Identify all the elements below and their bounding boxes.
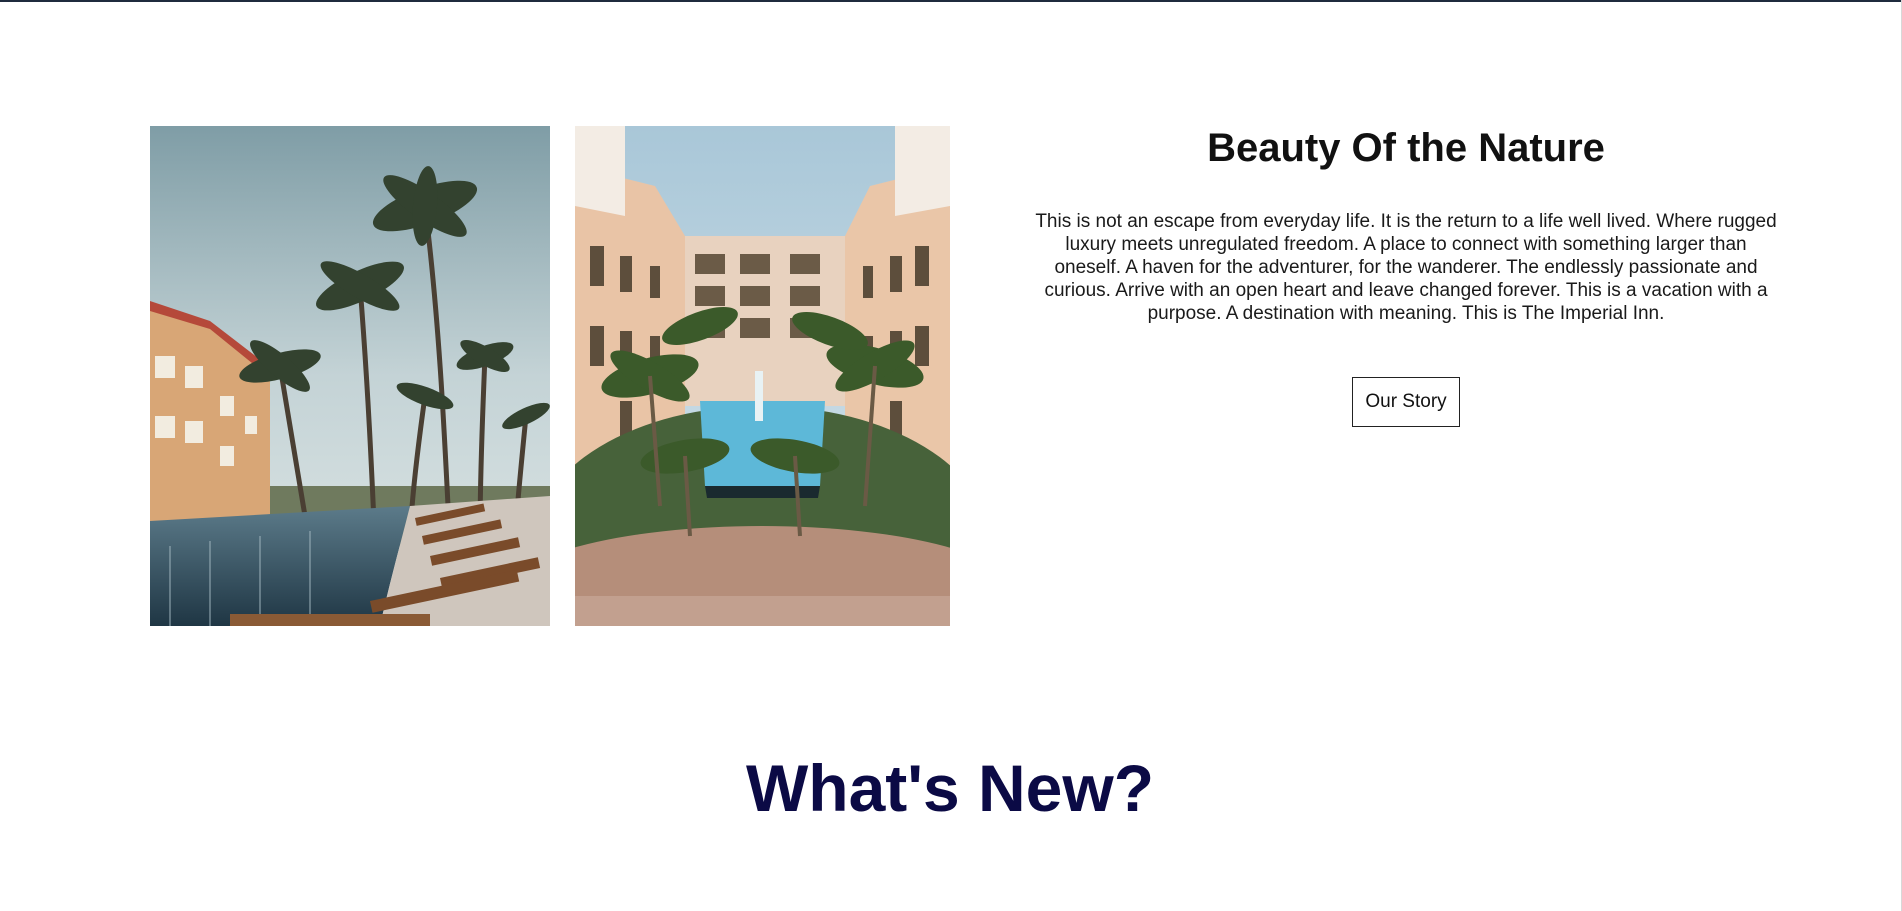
top-border xyxy=(0,0,1902,2)
about-description: This is not an escape from everyday life… xyxy=(1035,211,1777,324)
resort-pool-photo xyxy=(150,126,550,626)
our-story-button[interactable]: Our Story xyxy=(1352,377,1460,427)
whats-new-heading: What's New? xyxy=(745,751,1155,825)
about-section: Beauty Of the Nature This is not an esca… xyxy=(1030,120,1782,427)
hotel-courtyard-photo xyxy=(575,126,950,626)
about-title: Beauty Of the Nature xyxy=(1207,126,1605,170)
page: Beauty Of the Nature This is not an esca… xyxy=(0,0,1902,911)
